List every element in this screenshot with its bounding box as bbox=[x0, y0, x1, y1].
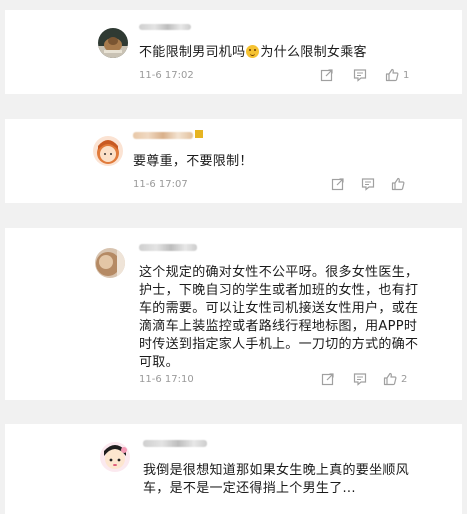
comment-text: 我倒是很想知道那如果女生晚上真的要坐顺风 车，是不是一定还得捎上个男生了... bbox=[143, 463, 410, 496]
avatar[interactable] bbox=[93, 136, 123, 166]
comment-icon[interactable] bbox=[353, 68, 367, 82]
like-count: 2 bbox=[401, 374, 408, 385]
avatar[interactable] bbox=[95, 248, 125, 278]
comment-text-part: 为什么限制女乘客 bbox=[260, 45, 367, 60]
comment-text: 这个规定的确对女性不公平呀。很多女性医生， 护士，下晚自习的学生或者加班的女性，… bbox=[139, 265, 419, 370]
thumbs-up-icon[interactable] bbox=[391, 177, 405, 191]
comment-text: 要尊重，不要限制！ bbox=[133, 154, 253, 169]
user-badge-icon bbox=[195, 130, 203, 138]
comment-card: 我倒是很想知道那如果女生晚上真的要坐顺风 车，是不是一定还得捎上个男生了... bbox=[5, 424, 462, 514]
username-blurred[interactable] bbox=[133, 132, 193, 139]
like-count: 1 bbox=[403, 70, 410, 81]
thumbs-up-icon[interactable] bbox=[383, 372, 397, 386]
comment-feed: 不能限制男司机吗为什么限制女乘客 11-6 17:02 1 要尊重，不要限制！ bbox=[0, 0, 467, 514]
comment-icon[interactable] bbox=[361, 177, 375, 191]
share-icon[interactable] bbox=[331, 177, 345, 191]
avatar[interactable] bbox=[100, 442, 130, 472]
username-blurred[interactable] bbox=[139, 244, 197, 251]
comment-time: 11-6 17:02 bbox=[139, 70, 194, 81]
username-blurred[interactable] bbox=[143, 440, 207, 447]
comment-time: 11-6 17:10 bbox=[139, 374, 194, 385]
share-icon[interactable] bbox=[320, 68, 334, 82]
comment-card: 要尊重，不要限制！ 11-6 17:07 bbox=[5, 119, 462, 203]
username-blurred[interactable] bbox=[139, 24, 191, 30]
comment-card: 这个规定的确对女性不公平呀。很多女性医生， 护士，下晚自习的学生或者加班的女性，… bbox=[5, 228, 462, 400]
comment-time: 11-6 17:07 bbox=[133, 179, 188, 190]
avatar[interactable] bbox=[98, 28, 128, 58]
comment-text: 不能限制男司机吗 为什么限制女乘客 bbox=[139, 44, 367, 62]
comment-card: 不能限制男司机吗 为什么限制女乘客 11-6 17:02 1 bbox=[5, 10, 462, 94]
smiley-emoji-icon bbox=[246, 45, 260, 58]
comment-icon[interactable] bbox=[353, 372, 367, 386]
thumbs-up-icon[interactable] bbox=[385, 68, 399, 82]
comment-text-part: 不能限制男司机吗 bbox=[139, 45, 246, 60]
share-icon[interactable] bbox=[321, 372, 335, 386]
